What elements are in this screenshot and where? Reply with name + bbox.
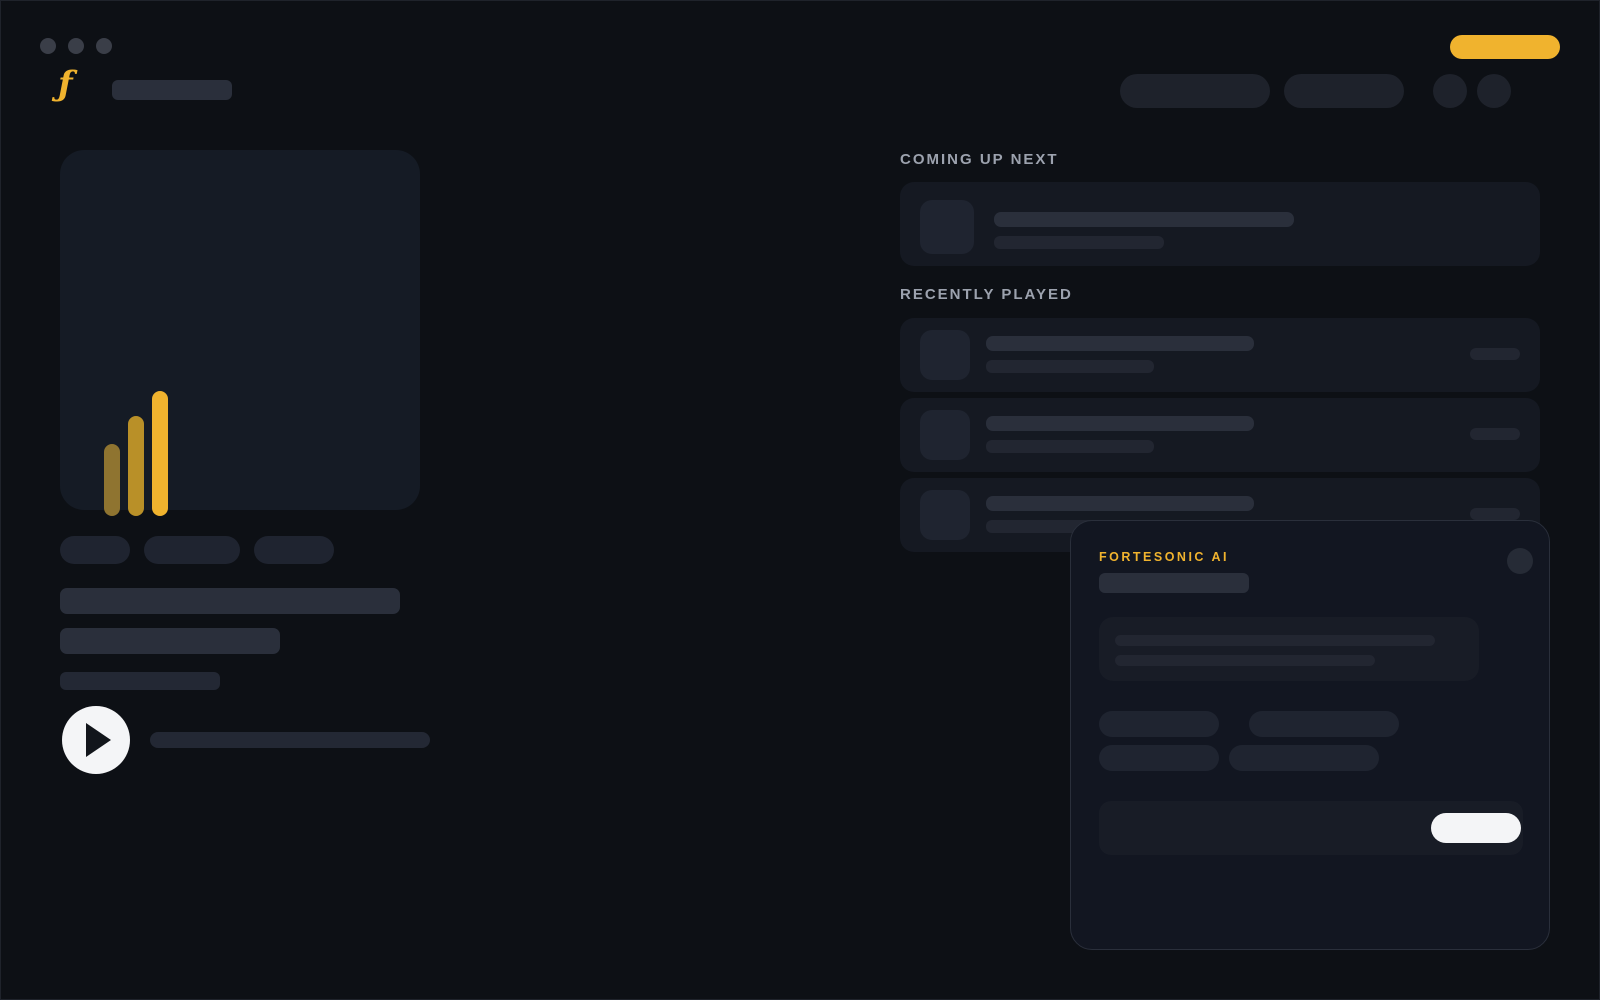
equalizer-bar — [128, 416, 144, 516]
avatar[interactable] — [1477, 74, 1511, 108]
track-title-placeholder — [986, 416, 1254, 431]
app-title-placeholder — [112, 80, 232, 100]
play-icon — [86, 723, 111, 757]
track-artist-placeholder — [986, 360, 1154, 373]
up-next-item[interactable] — [900, 182, 1540, 266]
track-title-placeholder — [994, 212, 1294, 227]
track-tag-chip[interactable] — [254, 536, 334, 564]
equalizer-bar — [152, 391, 168, 516]
track-tag-chip[interactable] — [144, 536, 240, 564]
track-thumbnail — [920, 330, 970, 380]
progress-bar[interactable] — [150, 732, 430, 748]
ai-suggestion-chip[interactable] — [1249, 711, 1399, 737]
ai-suggestion-chip[interactable] — [1099, 711, 1219, 737]
track-duration-placeholder — [1470, 428, 1520, 440]
track-title-placeholder — [986, 336, 1254, 351]
track-title-placeholder — [986, 496, 1254, 511]
track-thumbnail — [920, 410, 970, 460]
ai-suggestion-chip[interactable] — [1229, 745, 1379, 771]
ai-prompt-input[interactable] — [1099, 801, 1523, 855]
track-title-placeholder — [60, 588, 400, 614]
ai-message-bubble — [1099, 617, 1479, 681]
track-artist-placeholder — [60, 628, 280, 654]
ai-message-line — [1115, 655, 1375, 666]
play-button[interactable] — [62, 706, 130, 774]
track-thumbnail — [920, 490, 970, 540]
track-artist-placeholder — [994, 236, 1164, 249]
recently-played-heading: RECENTLY PLAYED — [900, 286, 1073, 303]
track-duration-placeholder — [1470, 508, 1520, 520]
ai-assistant-panel: FORTESONIC AI — [1070, 520, 1550, 950]
ai-assistant-label: FORTESONIC AI — [1099, 550, 1229, 564]
track-tag-chip[interactable] — [60, 536, 130, 564]
ai-panel-title-placeholder — [1099, 573, 1249, 593]
equalizer-bar — [104, 444, 120, 516]
track-thumbnail — [920, 200, 974, 254]
coming-up-next-heading: COMING UP NEXT — [900, 151, 1059, 168]
window-minimize-button[interactable] — [68, 38, 84, 54]
ai-message-line — [1115, 635, 1435, 646]
recent-item[interactable] — [900, 318, 1540, 392]
track-duration-placeholder — [1470, 348, 1520, 360]
window-close-button[interactable] — [40, 38, 56, 54]
track-meta-placeholder — [60, 672, 220, 690]
fortesonic-f-logo-icon[interactable]: ƒ — [58, 64, 88, 104]
ai-send-button[interactable] — [1431, 813, 1521, 843]
close-icon[interactable] — [1507, 548, 1533, 574]
recent-item[interactable] — [900, 398, 1540, 472]
header-icon-button-1[interactable] — [1433, 74, 1467, 108]
primary-cta-button[interactable] — [1450, 35, 1560, 59]
window-maximize-button[interactable] — [96, 38, 112, 54]
ai-suggestion-chip[interactable] — [1099, 745, 1219, 771]
nav-pill-2[interactable] — [1284, 74, 1404, 108]
nav-pill-1[interactable] — [1120, 74, 1270, 108]
track-artist-placeholder — [986, 440, 1154, 453]
equalizer-bars-icon — [104, 390, 170, 516]
